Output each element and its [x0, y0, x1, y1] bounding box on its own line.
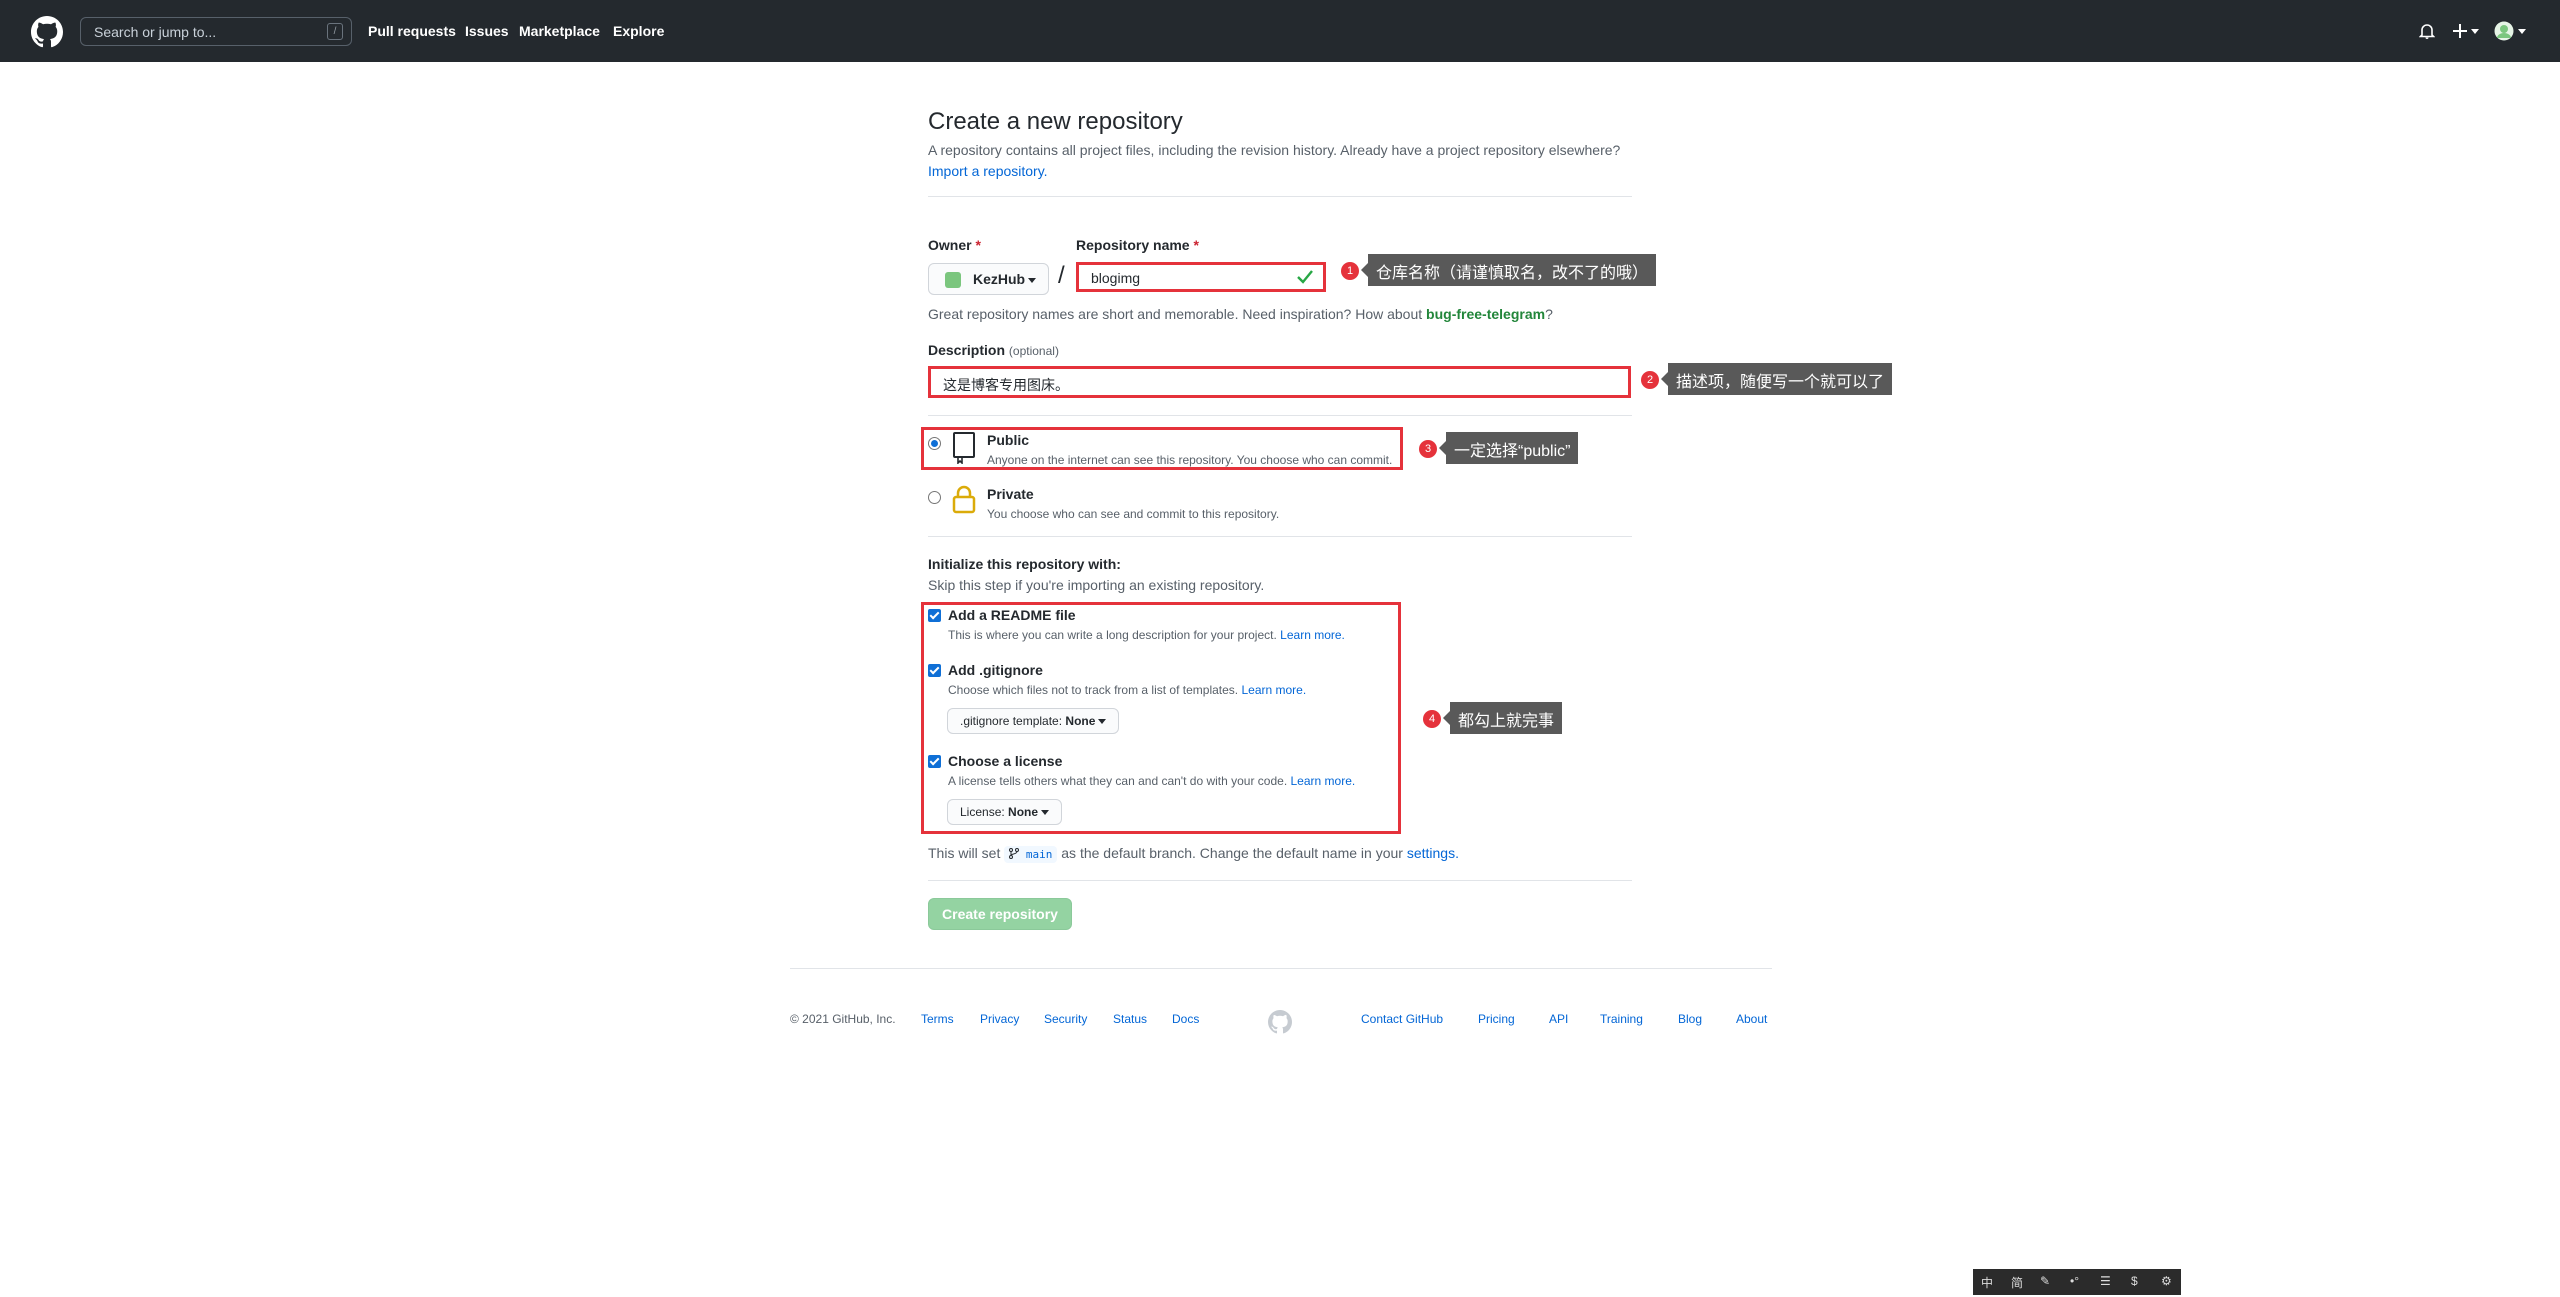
license-select[interactable]: License: None [947, 799, 1063, 825]
name-suggestion[interactable]: bug-free-telegram [1426, 306, 1545, 322]
git-branch-icon [1009, 848, 1020, 859]
annotation-tip-3: 一定选择“public” [1438, 432, 1579, 464]
search-shortcut-key: / [327, 23, 343, 40]
readme-title: Add a README file [948, 607, 1076, 623]
ime-settings-icon[interactable]: ⚙ [2161, 1274, 2172, 1288]
user-avatar-dropdown-icon[interactable] [2494, 21, 2526, 41]
ime-chinese-mode[interactable]: 中 [1981, 1274, 1993, 1291]
repo-name-label: Repository name * [1076, 237, 1199, 253]
license-title: Choose a license [948, 753, 1063, 769]
readme-learn-more-link[interactable]: Learn more. [1280, 628, 1345, 642]
owner-value: KezHub [973, 271, 1026, 287]
caret-down-icon [1098, 719, 1107, 725]
annotation-number-3: 3 [1419, 440, 1437, 458]
public-radio[interactable] [928, 437, 941, 450]
footer-link-pricing[interactable]: Pricing [1478, 1012, 1515, 1026]
nav-issues[interactable]: Issues [465, 23, 509, 39]
caret-down-icon [1041, 810, 1050, 816]
footer-link-training[interactable]: Training [1600, 1012, 1643, 1026]
gitignore-template-select[interactable]: .gitignore template: None [947, 708, 1120, 734]
divider [928, 196, 1632, 197]
footer-link-terms[interactable]: Terms [921, 1012, 954, 1026]
license-description: A license tells others what they can and… [948, 774, 1356, 788]
gitignore-title: Add .gitignore [948, 662, 1043, 678]
name-hint: Great repository names are short and mem… [928, 306, 1553, 322]
annotation-tip-4: 都勾上就完事 [1442, 702, 1563, 734]
divider [928, 536, 1632, 537]
private-description: You choose who can see and commit to thi… [987, 507, 1280, 521]
footer-link-contact[interactable]: Contact GitHub [1361, 1012, 1443, 1026]
footer-divider [790, 968, 1772, 969]
owner-label: Owner * [928, 237, 981, 253]
readme-description: This is where you can write a long descr… [948, 628, 1345, 642]
divider [928, 880, 1632, 881]
footer-link-api[interactable]: API [1549, 1012, 1568, 1026]
owner-avatar [945, 272, 961, 288]
footer-link-status[interactable]: Status [1113, 1012, 1147, 1026]
description-input[interactable]: 这是博客专用图床。 [928, 366, 1631, 398]
top-header: Search or jump to... / Pull requests Iss… [0, 0, 2560, 62]
repo-book-icon [953, 432, 975, 464]
owner-repo-separator: / [1058, 262, 1065, 289]
description-label: Description (optional) [928, 342, 1059, 358]
page-subtitle: A repository contains all project files,… [928, 142, 1621, 158]
footer-link-blog[interactable]: Blog [1678, 1012, 1702, 1026]
init-title: Initialize this repository with: [928, 556, 1121, 572]
private-radio[interactable] [928, 491, 941, 504]
notification-bell-icon[interactable] [2419, 22, 2435, 40]
annotation-tip-2: 描述项，随便写一个就可以了 [1660, 363, 1893, 395]
ime-toolbar: 中 简 ✎ •° ☰ $ ⚙ [1973, 1269, 2181, 1295]
footer-copyright: © 2021 GitHub, Inc. [790, 1012, 896, 1026]
branch-name-badge: main [1004, 846, 1058, 863]
ime-menu-icon[interactable]: ☰ [2100, 1274, 2111, 1288]
private-title: Private [987, 486, 1034, 502]
plus-dropdown-icon[interactable] [2453, 23, 2479, 39]
public-description: Anyone on the internet can see this repo… [987, 453, 1393, 467]
nav-marketplace[interactable]: Marketplace [519, 23, 600, 39]
annotation-number-2: 2 [1641, 371, 1659, 389]
settings-link[interactable]: settings. [1407, 845, 1459, 861]
footer-link-privacy[interactable]: Privacy [980, 1012, 1019, 1026]
lock-icon [952, 485, 976, 514]
repository-name-input[interactable]: blogimg [1076, 262, 1326, 292]
github-footer-logo-icon[interactable] [1268, 1010, 1292, 1034]
search-placeholder: Search or jump to... [94, 24, 217, 40]
footer-link-security[interactable]: Security [1044, 1012, 1087, 1026]
annotation-number-4: 4 [1423, 710, 1441, 728]
search-input[interactable]: Search or jump to... / [80, 17, 352, 46]
readme-checkbox[interactable] [928, 609, 941, 622]
check-icon [1297, 270, 1313, 284]
license-checkbox[interactable] [928, 755, 941, 768]
gitignore-checkbox[interactable] [928, 664, 941, 677]
repository-name-value: blogimg [1091, 270, 1141, 286]
gitignore-description: Choose which files not to track from a l… [948, 683, 1307, 697]
github-logo-icon[interactable] [31, 16, 63, 48]
gitignore-learn-more-link[interactable]: Learn more. [1241, 683, 1306, 697]
create-repository-button[interactable]: Create repository [928, 898, 1072, 930]
license-learn-more-link[interactable]: Learn more. [1291, 774, 1356, 788]
import-repository-link[interactable]: Import a repository. [928, 163, 1048, 179]
owner-select[interactable]: KezHub [928, 263, 1049, 295]
public-title: Public [987, 432, 1030, 448]
annotation-number-1: 1 [1341, 262, 1359, 280]
ime-skin-icon[interactable]: $ [2131, 1274, 2138, 1288]
ime-pen-icon[interactable]: ✎ [2040, 1274, 2050, 1288]
ime-simplified[interactable]: 简 [2011, 1274, 2023, 1291]
caret-down-icon [1028, 277, 1037, 283]
description-value: 这是博客专用图床。 [943, 377, 1069, 393]
footer-link-docs[interactable]: Docs [1172, 1012, 1199, 1026]
nav-pull-requests[interactable]: Pull requests [368, 23, 456, 39]
default-branch-note: This will set main as the default branch… [928, 845, 1459, 863]
divider [928, 415, 1632, 416]
footer-link-about[interactable]: About [1736, 1012, 1767, 1026]
annotation-tip-1: 仓库名称（请谨慎取名，改不了的哦） [1360, 254, 1657, 286]
page-title: Create a new repository [928, 108, 1183, 135]
nav-explore[interactable]: Explore [613, 23, 664, 39]
init-subtitle: Skip this step if you're importing an ex… [928, 577, 1265, 593]
ime-punctuation-icon[interactable]: •° [2070, 1274, 2079, 1288]
